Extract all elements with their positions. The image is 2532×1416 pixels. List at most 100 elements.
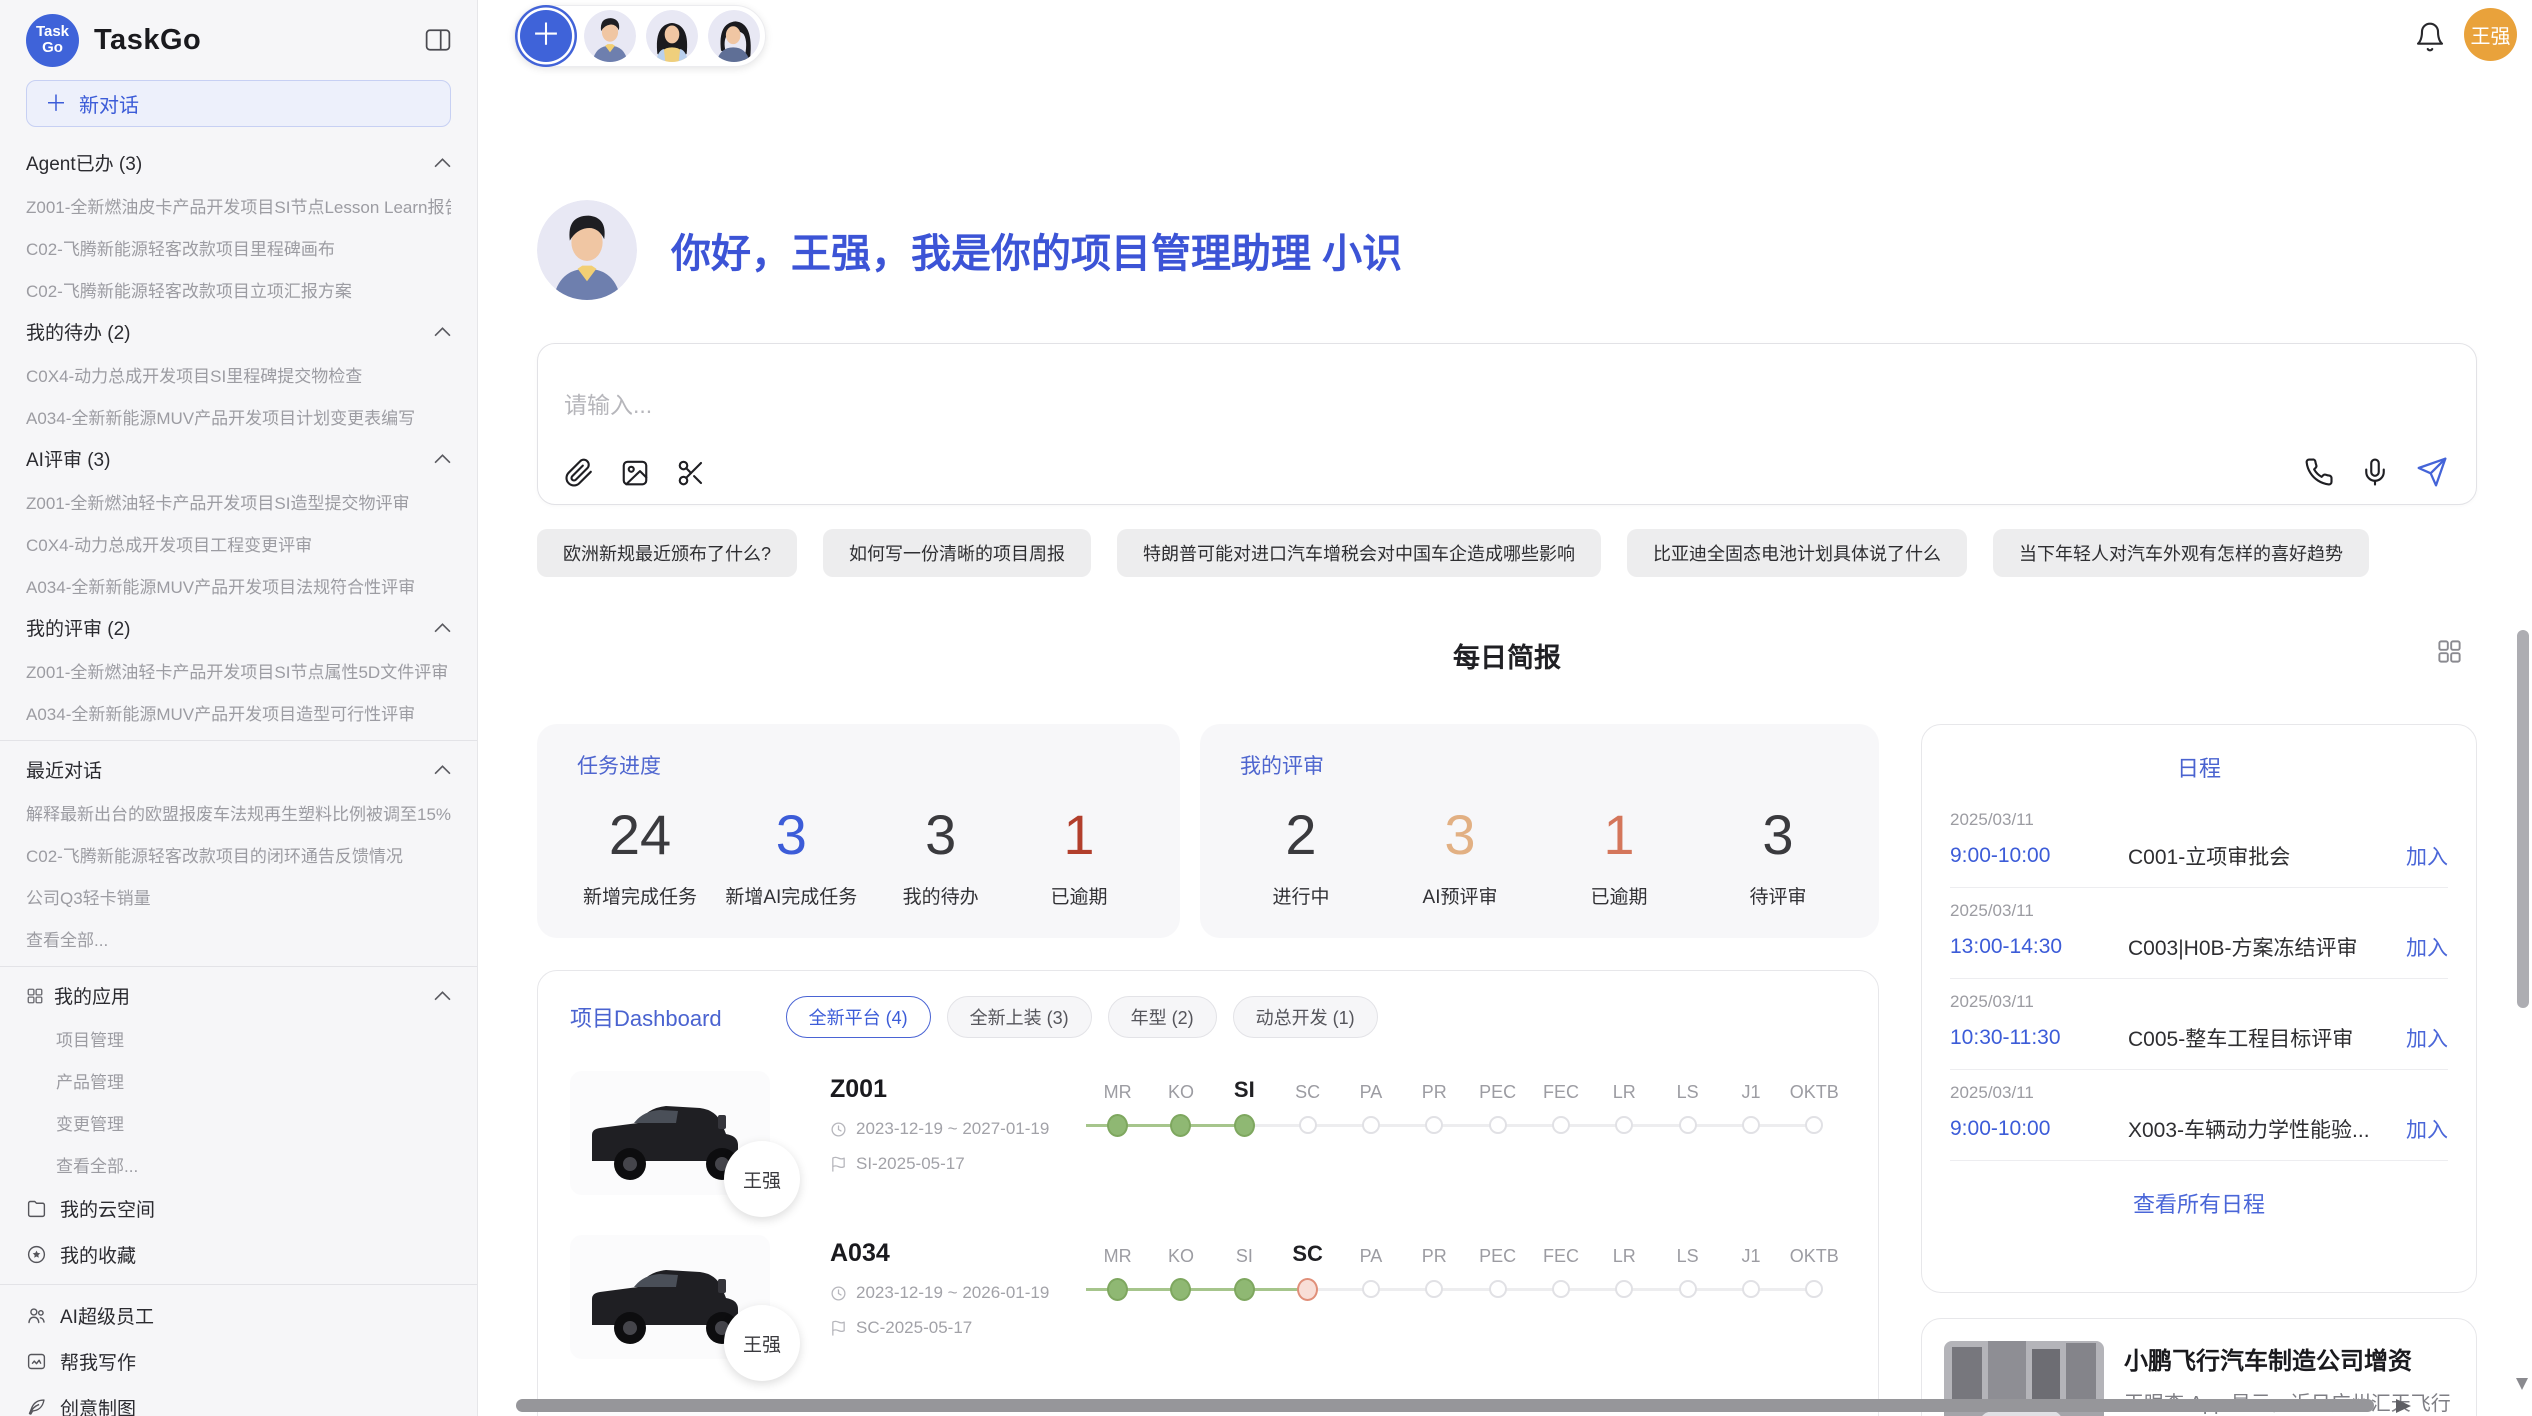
sidebar-item[interactable]: Z001-全新燃油皮卡产品开发项目SI节点Lesson Learn报告 [26,184,451,226]
sidebar-item[interactable]: 产品管理 [26,1059,451,1101]
sidebar-item[interactable]: C0X4-动力总成开发项目工程变更评审 [26,522,451,564]
member-avatar-2[interactable] [646,10,698,62]
suggestion-chip[interactable]: 特朗普可能对进口汽车增税会对中国车企造成哪些影响 [1117,529,1601,577]
attach-icon[interactable] [564,458,594,488]
milestone-dot [1107,1114,1128,1137]
project-row[interactable]: 王强 Z001 2023-12-19 ~ 2027-01-19 SI-2025-… [570,1071,1846,1203]
new-chat-button[interactable]: ＋新对话 [26,80,451,127]
sidebar-item[interactable]: 查看全部... [26,917,451,959]
dashboard-tab[interactable]: 全新平台 (4) [786,996,931,1038]
flag-icon [830,1320,847,1337]
chevron-up-icon[interactable] [434,158,451,168]
dashboard-tab[interactable]: 动总开发 (1) [1233,996,1378,1038]
scissors-icon[interactable] [676,458,706,488]
milestone-dot [1742,1280,1760,1298]
card-title: 任务进度 [577,750,1140,780]
join-button[interactable]: 加入 [2406,841,2448,871]
dashboard-tab[interactable]: 全新上装 (3) [947,996,1092,1038]
milestone-label: PA [1339,1071,1402,1103]
sidebar-item[interactable]: 解释最新出台的欧盟报废车法规再生塑料比例被调至15%... [26,791,451,833]
view-all-schedule-link[interactable]: 查看所有日程 [2133,1187,2265,1219]
suggestion-chip[interactable]: 欧洲新规最近颁布了什么? [537,529,797,577]
member-avatar-1[interactable] [584,10,636,62]
milestone-label: PA [1339,1235,1402,1267]
sidebar-item[interactable]: C02-飞腾新能源轻客改款项目里程碑画布 [26,226,451,268]
user-avatar[interactable]: 王强 [2464,8,2517,61]
suggestion-chip[interactable]: 比亚迪全固态电池计划具体说了什么 [1627,529,1967,577]
milestone-label: MR [1086,1071,1149,1103]
sidebar-item-cloud-space[interactable]: 我的云空间 [26,1185,451,1231]
event-date: 2025/03/11 [1950,1083,2448,1103]
member-avatar-3[interactable] [708,10,760,62]
add-member-button[interactable]: ＋ [520,10,572,62]
image-icon[interactable] [620,458,650,488]
sidebar-item[interactable]: Z001-全新燃油轻卡产品开发项目SI造型提交物评审 [26,480,451,522]
dashboard-tab[interactable]: 年型 (2) [1108,996,1217,1038]
sidebar-item-help-write[interactable]: 帮我写作 [26,1338,451,1384]
sidebar-item[interactable]: C02-飞腾新能源轻客改款项目立项汇报方案 [26,268,451,310]
vertical-scrollbar[interactable] [2517,630,2529,1008]
project-owner-badge: 王强 [724,1305,800,1381]
join-button[interactable]: 加入 [2406,1023,2448,1053]
milestone-label: FEC [1529,1235,1592,1267]
suggestion-chip[interactable]: 当下年轻人对汽车外观有怎样的喜好趋势 [1993,529,2369,577]
project-code: A034 [830,1239,1078,1268]
prompt-input[interactable] [564,392,1764,419]
sidebar-item[interactable]: 公司Q3轻卡销量 [26,875,451,917]
chevron-up-icon[interactable] [434,765,451,775]
stat: 24新增完成任务 [583,804,697,909]
stat: 3我的待办 [886,804,996,909]
stat: 3待评审 [1723,804,1833,909]
sidebar-item[interactable]: Z001-全新燃油轻卡产品开发项目SI节点属性5D文件评审 [26,649,451,691]
mic-icon[interactable] [2360,457,2390,487]
chevron-up-icon[interactable] [434,623,451,633]
sidebar-section-header[interactable]: AI评审 (3) [26,437,451,480]
sidebar-item[interactable]: A034-全新新能源MUV产品开发项目法规符合性评审 [26,564,451,606]
horizontal-scrollbar[interactable] [516,1399,2374,1412]
scrollbar-right-arrow[interactable] [2396,1399,2411,1413]
suggestion-chips: 欧洲新规最近颁布了什么? 如何写一份清晰的项目周报特朗普可能对进口汽车增税会对中国… [537,529,2477,577]
sidebar-item[interactable]: A034-全新新能源MUV产品开发项目造型可行性评审 [26,691,451,733]
section-title: 最近对话 [26,756,434,783]
sidebar-item[interactable]: 变更管理 [26,1101,451,1143]
event-time: 9:00-10:00 [1950,844,2128,868]
sidebar: TaskGo TaskGo ＋新对话 Agent已办 (3) Z001-全新燃油… [0,0,478,1416]
phone-icon[interactable] [2304,457,2334,487]
chevron-up-icon[interactable] [434,991,451,1001]
project-row[interactable]: 王强 A034 2023-12-19 ~ 2026-01-19 SC-2025-… [570,1235,1846,1367]
sidebar-section-header[interactable]: 我的待办 (2) [26,310,451,353]
milestone-label: J1 [1719,1235,1782,1267]
flag-icon [830,1156,847,1173]
project-owner-badge: 王强 [724,1141,800,1217]
folder-icon [26,1198,47,1219]
join-button[interactable]: 加入 [2406,1114,2448,1144]
sidebar-section-header[interactable]: 我的评审 (2) [26,606,451,649]
milestone-label: J1 [1719,1071,1782,1103]
sidebar-section-header[interactable]: Agent已办 (3) [26,141,451,184]
send-icon[interactable] [2416,456,2448,488]
project-flag: SI-2025-05-17 [856,1154,965,1174]
sidebar-section-header[interactable]: 我的应用 [26,974,451,1017]
sidebar-section-header[interactable]: 最近对话 [26,748,451,791]
sidebar-item-favorites[interactable]: 我的收藏 [26,1231,451,1277]
notification-bell-icon[interactable] [2414,20,2446,54]
sidebar-item[interactable]: A034-全新新能源MUV产品开发项目计划变更表编写 [26,395,451,437]
join-button[interactable]: 加入 [2406,932,2448,962]
sidebar-item[interactable]: 项目管理 [26,1017,451,1059]
chevron-up-icon[interactable] [434,454,451,464]
layout-grid-icon[interactable] [2436,638,2463,665]
stat: 3新增AI完成任务 [725,804,857,909]
chevron-up-icon[interactable] [434,327,451,337]
scrollbar-down-arrow[interactable] [2516,1378,2528,1390]
stat-label: 新增完成任务 [583,882,697,909]
sidebar-toggle-icon[interactable] [425,28,451,52]
app-logo: TaskGo [26,14,79,67]
sidebar-item[interactable]: C0X4-动力总成开发项目SI里程碑提交物检查 [26,353,451,395]
sidebar-item-creative-draw[interactable]: 创意制图 [26,1384,451,1416]
schedule-card: 日程 2025/03/11 9:00-10:00 C001-立项审批会 加入 2… [1921,724,2477,1293]
sidebar-item-ai-employee[interactable]: AI超级员工 [26,1292,451,1338]
sidebar-item[interactable]: C02-飞腾新能源轻客改款项目的闭环通告反馈情况 [26,833,451,875]
sidebar-item[interactable]: 查看全部... [26,1143,451,1185]
milestone-dot [1107,1278,1128,1301]
suggestion-chip[interactable]: 如何写一份清晰的项目周报 [823,529,1091,577]
